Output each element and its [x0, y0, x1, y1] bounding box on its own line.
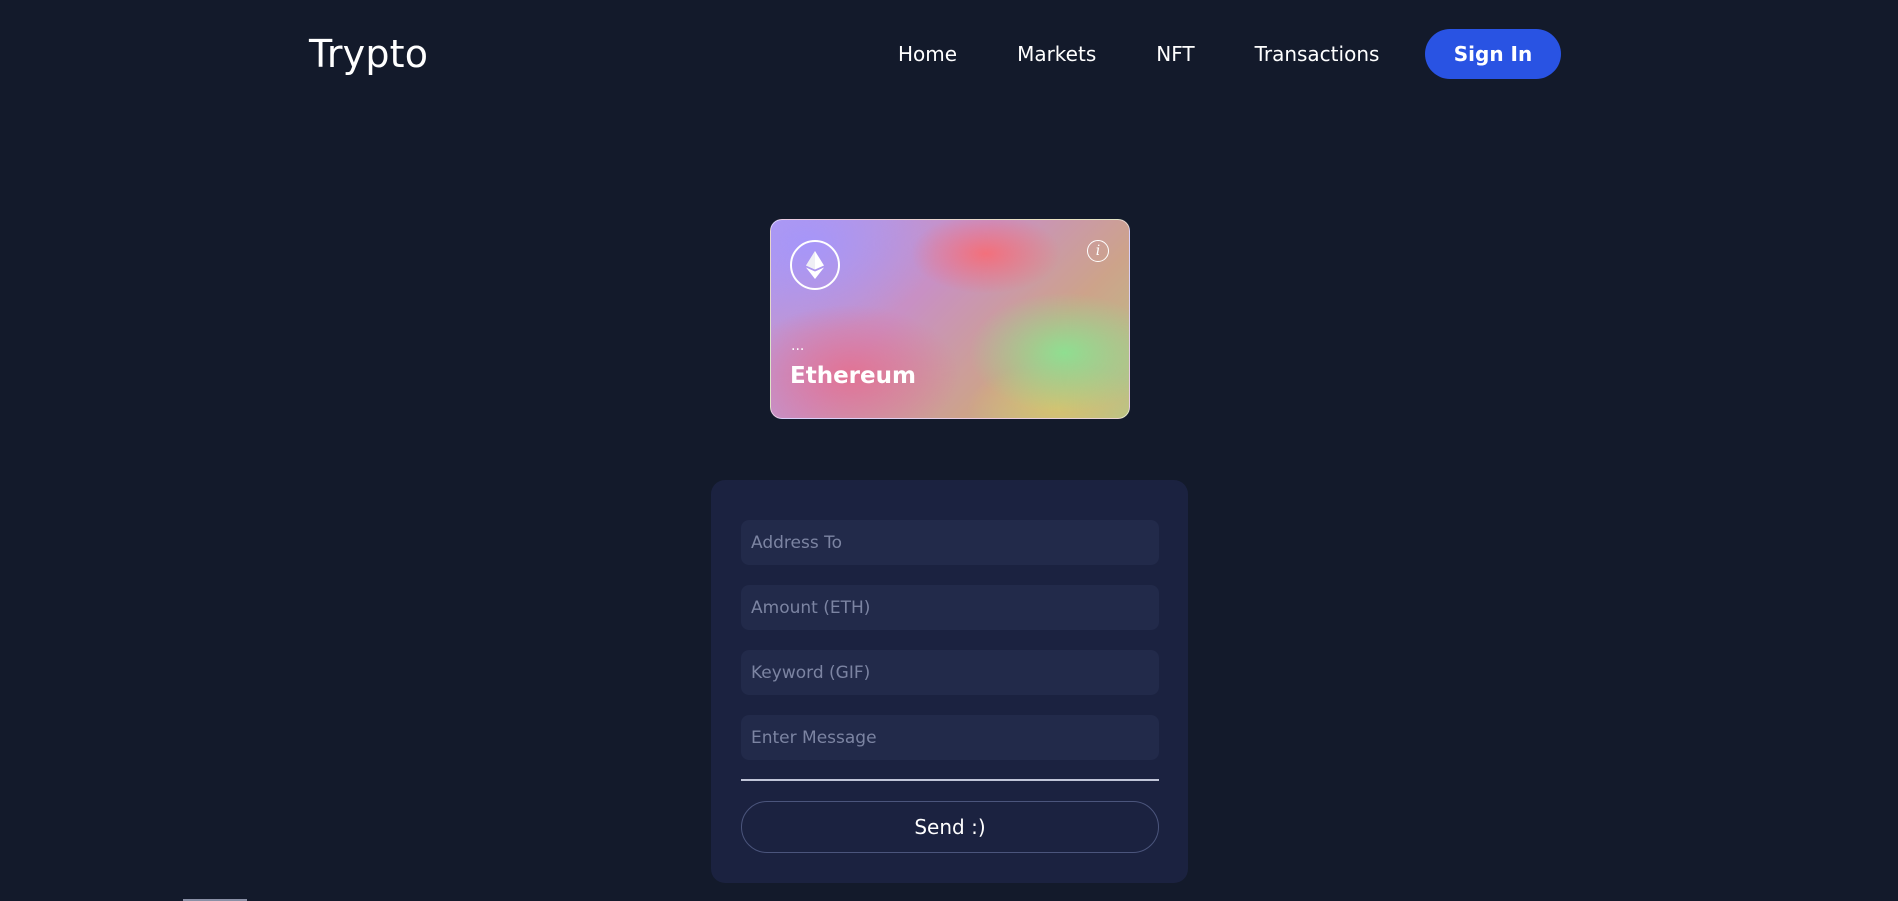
ethereum-card: i ... Ethereum	[770, 219, 1130, 419]
send-button[interactable]: Send :)	[741, 801, 1159, 853]
message-input[interactable]	[741, 715, 1159, 760]
sign-in-button[interactable]: Sign In	[1425, 29, 1561, 79]
info-icon[interactable]: i	[1087, 240, 1109, 262]
wallet-address: ...	[791, 338, 805, 354]
nav-item-home[interactable]: Home	[898, 29, 957, 79]
app-logo[interactable]: Trypto	[309, 28, 428, 80]
nav-item-transactions[interactable]: Transactions	[1255, 29, 1380, 79]
coin-name: Ethereum	[790, 363, 916, 389]
nav-item-nft[interactable]: NFT	[1156, 29, 1194, 79]
keyword-input[interactable]	[741, 650, 1159, 695]
address-to-input[interactable]	[741, 520, 1159, 565]
form-divider	[741, 779, 1159, 781]
main-nav: Home Markets NFT Transactions	[898, 29, 1379, 79]
send-form: Send :)	[711, 480, 1188, 883]
ethereum-icon	[790, 240, 840, 290]
amount-input[interactable]	[741, 585, 1159, 630]
page: Trypto Home Markets NFT Transactions Sig…	[0, 0, 1898, 901]
nav-item-markets[interactable]: Markets	[1017, 29, 1096, 79]
